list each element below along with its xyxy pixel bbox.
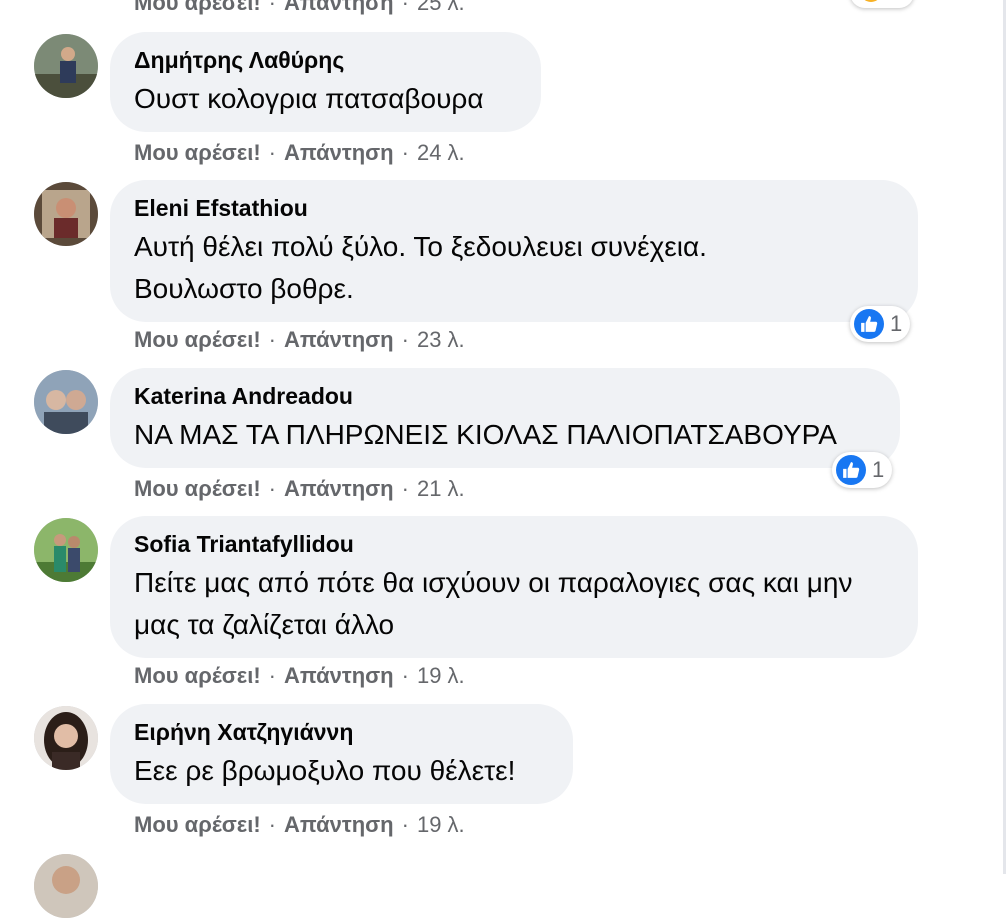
comment-actions: Μου αρέσει! · Απάντηση · 21 λ. — [134, 476, 465, 501]
reaction-summary-partial[interactable] — [850, 0, 914, 8]
comment-author[interactable]: Sofia Triantafyllidou — [134, 530, 894, 558]
reaction-summary[interactable]: 1 — [850, 306, 911, 342]
reply-button[interactable]: Απάντηση — [284, 327, 394, 352]
like-button[interactable]: Μου αρέσει! — [134, 812, 261, 837]
thumbs-up-icon — [854, 309, 884, 339]
reaction-count: 1 — [890, 311, 903, 336]
comment-bubble: Sofia Triantafyllidou Πείτε μας από πότε… — [110, 516, 918, 658]
comment-text: Εεε ρε βρωμοξυλο που θέλετε! — [134, 755, 516, 786]
reaction-icon — [860, 0, 882, 2]
reaction-count: 1 — [872, 457, 885, 482]
comment-time[interactable]: 19 λ. — [417, 812, 465, 837]
avatar[interactable] — [34, 34, 98, 98]
comment-time[interactable]: 25 λ. — [417, 0, 465, 15]
comment-actions: Μου αρέσει! · Απάντηση · 19 λ. — [134, 663, 465, 688]
reaction-summary[interactable]: 1 — [832, 452, 893, 488]
comment-author[interactable]: Eleni Efstathiou — [134, 194, 894, 222]
comment-bubble: Ειρήνη Χατζηγιάννη Εεε ρε βρωμοξυλο που … — [110, 704, 573, 804]
like-button[interactable]: Μου αρέσει! — [134, 140, 261, 165]
comment-actions: Μου αρέσει! · Απάντηση · 25 λ. — [134, 0, 465, 16]
comment-actions: Μου αρέσει! · Απάντηση · 23 λ. — [134, 327, 465, 352]
comment-text: Αυτή θέλει πολύ ξύλο. Το ξεδουλευει συνέ… — [134, 231, 707, 304]
avatar[interactable] — [34, 854, 98, 918]
avatar[interactable] — [34, 706, 98, 770]
reply-button[interactable]: Απάντηση — [284, 812, 394, 837]
reply-button[interactable]: Απάντηση — [284, 663, 394, 688]
reply-button[interactable]: Απάντηση — [284, 140, 394, 165]
comment-author[interactable]: Δημήτρης Λαθύρης — [134, 46, 517, 74]
comment-bubble: Eleni Efstathiou Αυτή θέλει πολύ ξύλο. Τ… — [110, 180, 918, 322]
thumbs-up-icon — [836, 455, 866, 485]
comment-actions: Μου αρέσει! · Απάντηση · 19 λ. — [134, 812, 465, 837]
avatar[interactable] — [34, 182, 98, 246]
like-button[interactable]: Μου αρέσει! — [134, 327, 261, 352]
comment-time[interactable]: 19 λ. — [417, 663, 465, 688]
reply-button[interactable]: Απάντηση — [284, 476, 394, 501]
comment-time[interactable]: 24 λ. — [417, 140, 465, 165]
avatar[interactable] — [34, 518, 98, 582]
reply-button[interactable]: Απάντηση — [284, 0, 394, 15]
comment-actions: Μου αρέσει! · Απάντηση · 24 λ. — [134, 140, 465, 165]
comment-time[interactable]: 23 λ. — [417, 327, 465, 352]
comment-time[interactable]: 21 λ. — [417, 476, 465, 501]
comment-text: ΝΑ ΜΑΣ ΤΑ ΠΛΗΡΩΝΕΙΣ ΚΙΟΛΑΣ ΠΑΛΙΟΠΑΤΣΑΒΟΥ… — [134, 419, 837, 450]
like-button[interactable]: Μου αρέσει! — [134, 663, 261, 688]
avatar[interactable] — [34, 370, 98, 434]
comment-text: Πείτε μας από πότε θα ισχύουν οι παραλογ… — [134, 567, 853, 640]
like-button[interactable]: Μου αρέσει! — [134, 476, 261, 501]
comment-bubble: Δημήτρης Λαθύρης Ουστ κολογρια πατσαβουρ… — [110, 32, 541, 132]
comment-author[interactable]: Katerina Andreadou — [134, 382, 876, 410]
comment-text: Ουστ κολογρια πατσαβουρα — [134, 83, 484, 114]
comment-bubble: Katerina Andreadou ΝΑ ΜΑΣ ΤΑ ΠΛΗΡΩΝΕΙΣ Κ… — [110, 368, 900, 468]
comment-author[interactable]: Ειρήνη Χατζηγιάννη — [134, 718, 549, 746]
like-button[interactable]: Μου αρέσει! — [134, 0, 261, 15]
